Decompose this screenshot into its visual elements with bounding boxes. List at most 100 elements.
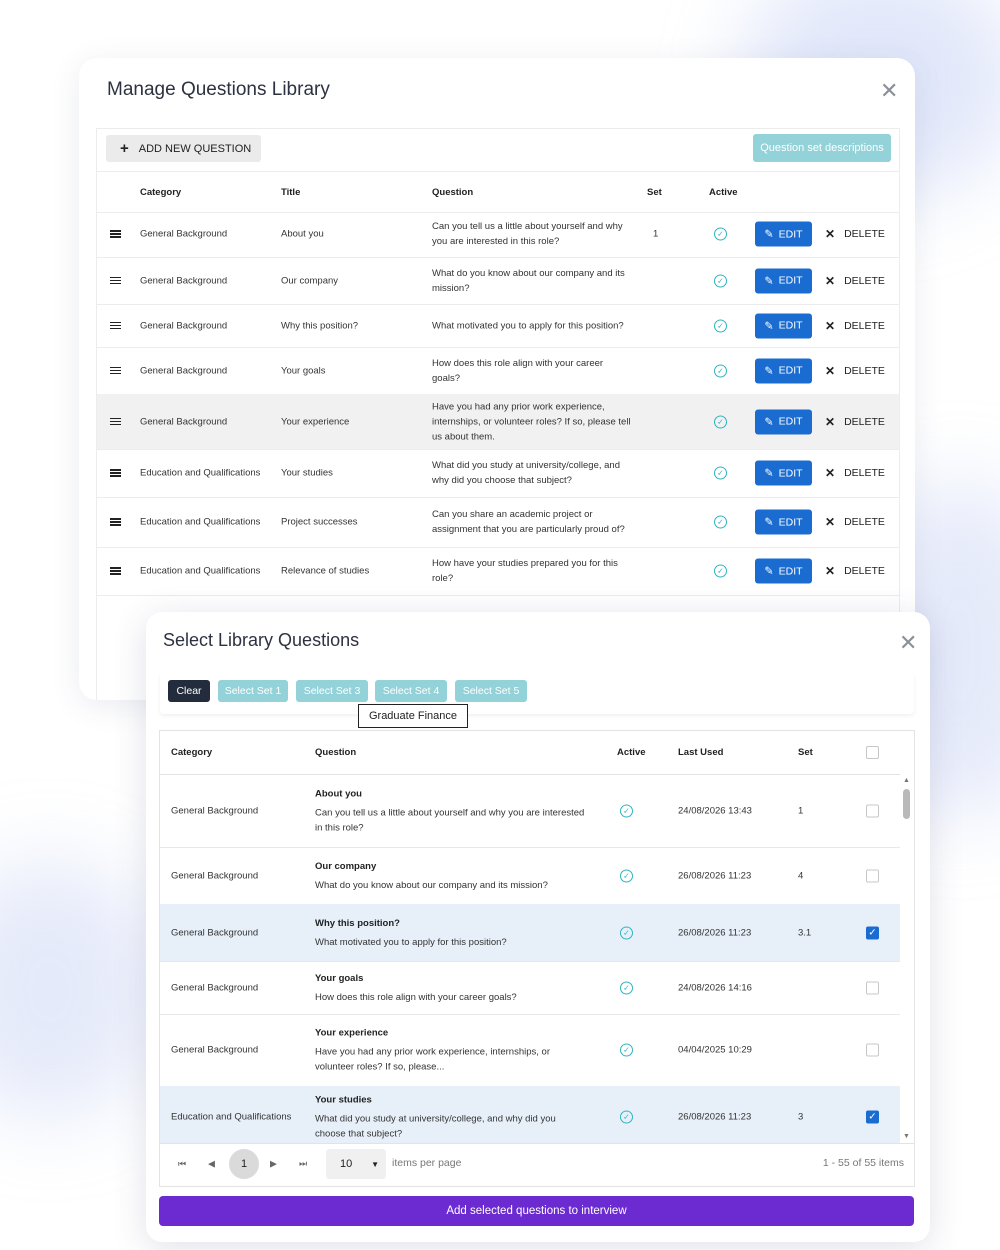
pencil-icon: ✎ (764, 275, 774, 287)
delete-button[interactable]: ✕ DELETE (825, 274, 885, 288)
edit-button[interactable]: ✎ EDIT (755, 358, 812, 383)
edit-button[interactable]: ✎ EDIT (755, 313, 812, 338)
row-title: Our company (281, 275, 339, 286)
delete-button[interactable]: ✕ DELETE (825, 364, 885, 378)
drag-handle-icon[interactable] (110, 469, 121, 477)
add-new-question-button[interactable]: + ADD NEW QUESTION (106, 135, 261, 162)
scroll-down-icon[interactable]: ▼ (903, 1133, 910, 1140)
row-question: How does this role align with your caree… (432, 357, 604, 384)
edit-button[interactable]: ✎ EDIT (755, 221, 812, 247)
select-set-1-button[interactable]: Select Set 1 (218, 680, 288, 702)
delete-button[interactable]: ✕ DELETE (825, 227, 885, 241)
drag-handle-icon[interactable] (110, 230, 121, 238)
row-question: Can you tell us a little about yourself … (315, 807, 585, 833)
delete-button[interactable]: ✕ DELETE (825, 564, 885, 578)
page-size-value: 10 (340, 1158, 353, 1170)
table-row: Education and Qualifications Project succ… (97, 497, 899, 548)
row-title: Why this position? (281, 320, 359, 331)
active-check-icon: ✓ (714, 415, 727, 428)
edit-button[interactable]: ✎ EDIT (755, 460, 812, 486)
delete-button[interactable]: ✕ DELETE (825, 466, 885, 480)
edit-button[interactable]: ✎ EDIT (755, 409, 812, 434)
edit-label: EDIT (778, 516, 803, 528)
active-check-icon: ✓ (714, 515, 727, 529)
question-set-descriptions-button[interactable]: Question set descriptions (753, 134, 891, 162)
col-title[interactable]: Title (281, 187, 300, 198)
drag-handle-icon[interactable] (110, 276, 121, 285)
drag-handle-icon[interactable] (110, 518, 121, 526)
col-category[interactable]: Category (140, 187, 181, 198)
col-set[interactable]: Set (798, 747, 813, 758)
clear-button[interactable]: Clear (168, 680, 210, 702)
edit-button[interactable]: ✎ EDIT (755, 268, 812, 293)
close-icon[interactable]: ✕ (880, 80, 898, 102)
drag-handle-icon[interactable] (110, 417, 121, 426)
col-question[interactable]: Question (432, 187, 473, 198)
table-row[interactable]: General Background Your experience Have yo… (160, 1014, 900, 1087)
add-selected-questions-button[interactable]: Add selected questions to interview (159, 1196, 914, 1226)
scrollbar[interactable]: ▲ ▼ (900, 774, 914, 1143)
delete-button[interactable]: ✕ DELETE (825, 319, 885, 333)
col-active[interactable]: Active (617, 747, 646, 758)
select-set-5-button[interactable]: Select Set 5 (455, 680, 527, 702)
set-toolbar: Clear Select Set 1 Select Set 3 Select S… (160, 672, 914, 714)
table-row[interactable]: Education and Qualifications Your studies… (160, 1086, 900, 1143)
row-last-used: 24/08/2026 14:16 (678, 982, 752, 993)
col-last-used[interactable]: Last Used (678, 747, 723, 758)
col-active[interactable]: Active (709, 187, 738, 198)
delete-button[interactable]: ✕ DELETE (825, 515, 885, 529)
edit-label: EDIT (778, 274, 803, 287)
edit-label: EDIT (778, 364, 803, 377)
last-page-icon[interactable]: ⏭ (299, 1159, 307, 1170)
row-title: Your experience (315, 1027, 389, 1039)
pencil-icon: ✎ (764, 416, 774, 428)
table-row: General Background Your goals How does thi… (97, 347, 899, 395)
page-size-select[interactable]: 10 ▼ (326, 1149, 386, 1179)
select-set-4-button[interactable]: Select Set 4 (375, 680, 447, 702)
drag-handle-icon[interactable] (110, 567, 121, 575)
row-category: Education and Qualifications (171, 1111, 292, 1123)
drag-handle-icon[interactable] (110, 366, 121, 375)
row-category: General Background (171, 1044, 259, 1056)
delete-label: DELETE (844, 565, 885, 577)
col-category[interactable]: Category (171, 747, 212, 758)
row-checkbox[interactable] (866, 981, 879, 994)
row-title: Your studies (281, 467, 333, 479)
edit-label: EDIT (778, 319, 803, 332)
close-icon: ✕ (825, 564, 836, 578)
items-count: 1 - 55 of 55 items (822, 1157, 904, 1169)
prev-page-icon[interactable]: ◀ (208, 1159, 215, 1170)
row-checkbox[interactable] (866, 1043, 879, 1057)
row-checkbox[interactable] (866, 804, 879, 817)
row-category: General Background (140, 320, 228, 331)
table-row[interactable]: General Background Why this position? What… (160, 904, 900, 962)
edit-button[interactable]: ✎ EDIT (755, 509, 812, 535)
row-checkbox[interactable] (866, 869, 879, 882)
first-page-icon[interactable]: ⏮ (178, 1159, 186, 1170)
scrollbar-thumb[interactable] (903, 789, 910, 819)
delete-button[interactable]: ✕ DELETE (825, 415, 885, 429)
table-row[interactable]: General Background About you Can you tell … (160, 774, 900, 848)
current-page-button[interactable]: 1 (229, 1149, 259, 1179)
col-set[interactable]: Set (647, 187, 662, 198)
row-category: General Background (171, 805, 259, 816)
row-title: Our company (315, 860, 377, 872)
select-set-3-button[interactable]: Select Set 3 (296, 680, 368, 702)
next-page-icon[interactable]: ▶ (270, 1159, 277, 1170)
select-table-header: Category Question Active Last Used Set (160, 731, 900, 775)
table-row[interactable]: General Background Our company What do you… (160, 847, 900, 905)
select-all-checkbox[interactable] (866, 746, 879, 759)
table-row[interactable]: General Background Your goals How does thi… (160, 961, 900, 1015)
row-checkbox[interactable]: ✓ (866, 1110, 879, 1124)
edit-button[interactable]: ✎ EDIT (755, 558, 812, 584)
col-question[interactable]: Question (315, 747, 356, 758)
drag-handle-icon[interactable] (110, 321, 121, 330)
manage-table-header: Category Title Question Set Active (97, 171, 899, 213)
row-checkbox[interactable]: ✓ (866, 926, 879, 939)
row-category: General Background (171, 927, 259, 938)
close-icon[interactable]: ✕ (899, 632, 917, 654)
scroll-up-icon[interactable]: ▲ (903, 777, 910, 784)
row-title: About you (281, 228, 324, 240)
row-question: What did you study at university/college… (315, 1113, 556, 1140)
plus-icon: + (120, 140, 129, 157)
